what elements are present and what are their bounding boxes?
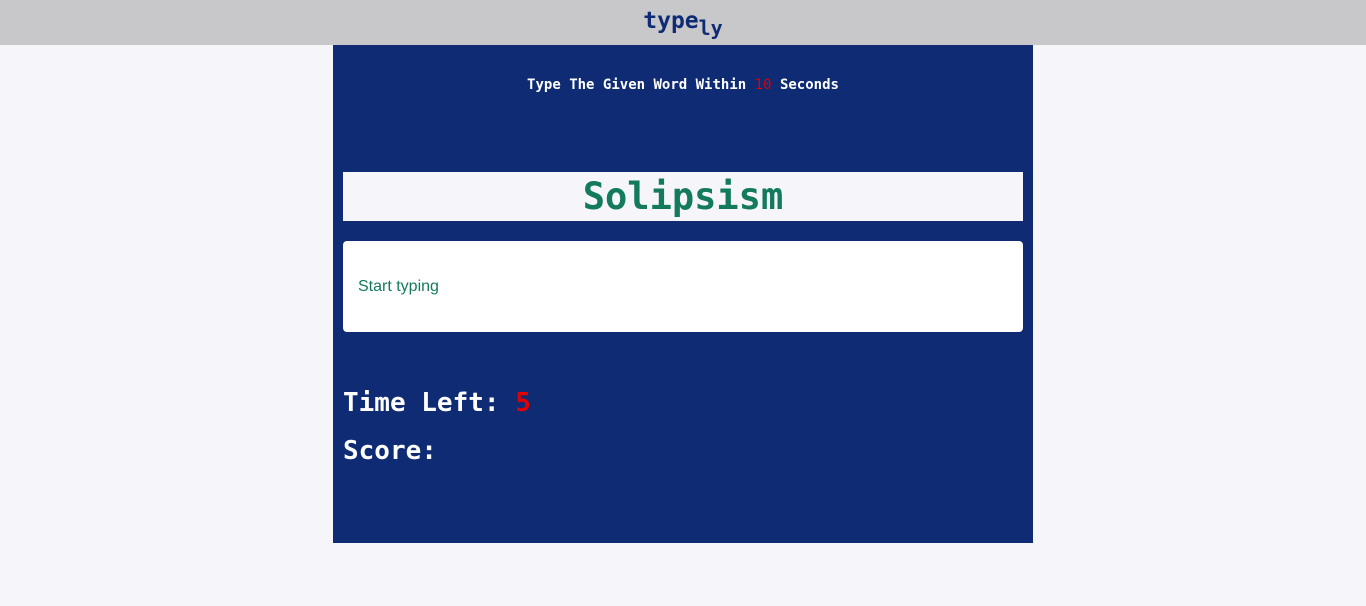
score-row: Score: bbox=[343, 435, 437, 467]
instruction-seconds: 10 bbox=[754, 77, 772, 93]
instruction-prefix: Type The Given Word Within bbox=[527, 77, 747, 93]
game-panel: Type The Given Word Within 10 Seconds So… bbox=[333, 45, 1033, 543]
instruction-suffix: Seconds bbox=[779, 77, 839, 93]
instruction-text: Type The Given Word Within 10 Seconds bbox=[333, 76, 1033, 94]
current-word-box: Solipsism bbox=[343, 172, 1023, 221]
logo-subscript-text: ly bbox=[698, 16, 723, 40]
time-left-value: 5 bbox=[515, 388, 531, 418]
typing-input[interactable] bbox=[343, 241, 1023, 332]
logo[interactable]: typely bbox=[643, 7, 722, 40]
current-word: Solipsism bbox=[582, 175, 784, 218]
top-bar: typely bbox=[0, 0, 1366, 45]
time-left-row: Time Left: 5 bbox=[343, 387, 531, 419]
logo-main-text: type bbox=[643, 8, 699, 34]
score-label: Score: bbox=[343, 436, 437, 466]
time-left-label: Time Left: bbox=[343, 388, 500, 418]
